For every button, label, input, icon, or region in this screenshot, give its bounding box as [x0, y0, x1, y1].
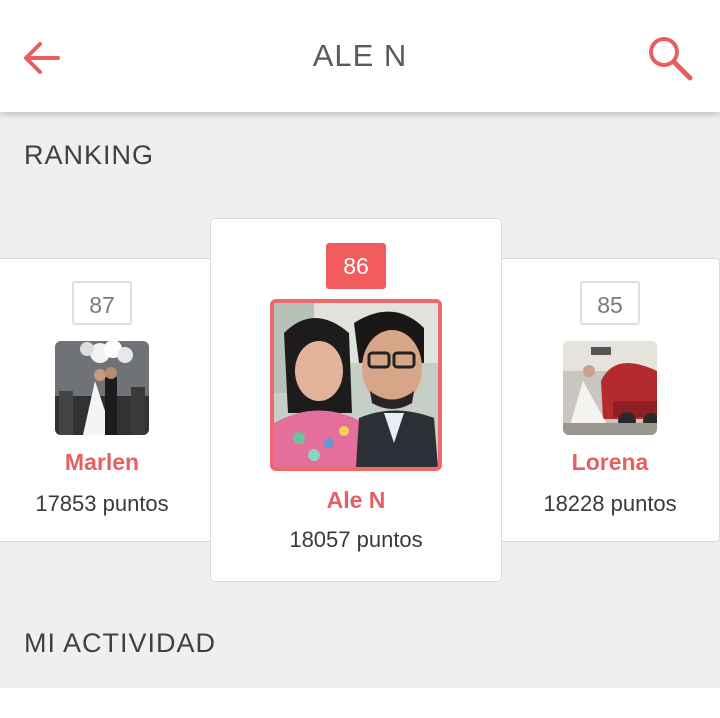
search-button[interactable] — [644, 32, 696, 84]
rank-badge-current: 86 — [326, 243, 386, 289]
ranking-card-marlen[interactable]: 87 Marlen 17853 puntos — [0, 258, 212, 542]
ranking-section-title: RANKING — [24, 140, 155, 170]
arrow-left-icon — [24, 42, 60, 74]
back-button[interactable] — [20, 36, 64, 80]
ranking-card-current-user[interactable]: 86 Ale N 18057 puntos — [210, 218, 502, 582]
page-title: ALE N — [312, 38, 408, 73]
avatar — [55, 341, 149, 435]
ranking-points: 17853 puntos — [35, 491, 169, 516]
ranking-points: 18228 puntos — [543, 491, 677, 516]
avatar — [270, 299, 442, 471]
ranking-name: Lorena — [571, 449, 649, 475]
ranking-name: Marlen — [64, 449, 140, 475]
top-app-bar: ALE N — [0, 0, 720, 112]
avatar — [563, 341, 657, 435]
ranking-card-lorena[interactable]: 85 Lorena 18228 puntos — [500, 258, 720, 542]
activity-panel — [0, 688, 720, 718]
ranking-name: Ale N — [326, 487, 386, 513]
activity-section-title: MI ACTIVIDAD — [24, 628, 217, 658]
rank-badge: 87 — [72, 281, 132, 325]
search-icon — [649, 37, 693, 81]
ranking-points: 18057 puntos — [289, 527, 423, 552]
rank-badge: 85 — [580, 281, 640, 325]
